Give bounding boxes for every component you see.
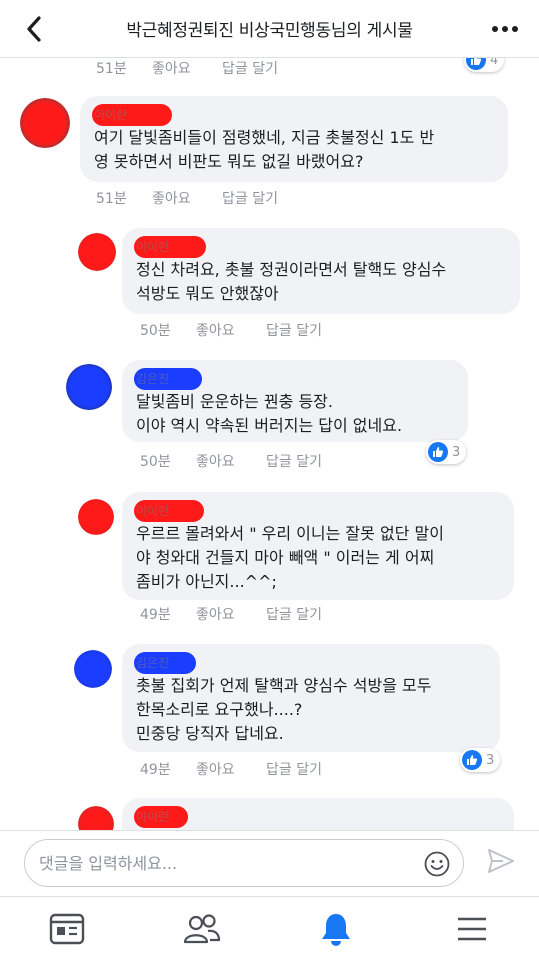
reply-link[interactable]: 답글 달기 — [222, 58, 312, 78]
reply-link[interactable]: 답글 달기 — [266, 759, 356, 779]
commenter-name[interactable]: 이이란 — [134, 806, 500, 828]
friends-icon — [183, 914, 221, 944]
more-dot-icon — [492, 26, 498, 32]
like-link[interactable]: 좋아요 — [196, 759, 266, 779]
nav-friends[interactable] — [182, 911, 222, 947]
reaction-badge[interactable]: 3 — [426, 440, 467, 464]
reaction-badge[interactable]: 3 — [460, 748, 501, 772]
commenter-name[interactable]: 이이란 — [134, 236, 506, 258]
thumbs-up-icon — [466, 58, 486, 70]
comment-time: 49분 — [140, 607, 171, 623]
comment-input[interactable] — [39, 850, 419, 876]
more-dot-icon — [502, 26, 508, 32]
menu-icon — [458, 917, 486, 941]
comment-actions: 50분 좋아요 답글 달기 — [140, 320, 356, 340]
avatar[interactable] — [78, 499, 114, 535]
thumbs-up-icon — [462, 750, 482, 770]
comment-bubble: 이이란 — [122, 798, 514, 830]
reaction-badge[interactable]: 4 — [464, 58, 505, 72]
like-link[interactable]: 좋아요 — [152, 188, 222, 208]
comment-bubble: 김은진 달빛좀비 운운하는 꿘충 등장. 이야 역시 약속된 버러지는 답이 없… — [122, 360, 468, 442]
comment-time: 49분 — [140, 762, 171, 778]
avatar[interactable] — [20, 98, 70, 148]
avatar[interactable] — [66, 364, 112, 410]
comment-time: 50분 — [140, 454, 171, 470]
commenter-name[interactable]: 김은진 — [134, 368, 454, 390]
comment-time: 50분 — [140, 323, 171, 339]
like-link[interactable]: 좋아요 — [196, 451, 266, 471]
comment-actions: 50분 좋아요 답글 달기 — [140, 451, 356, 471]
comment-text: 우르르 몰려와서 " 우리 이니는 잘못 없단 말이 야 청와대 건들지 마아 … — [136, 524, 444, 591]
comment-text: 촛불 집회가 언제 탈핵과 양심수 석방을 모두 한목소리로 요구했나....?… — [136, 676, 432, 743]
comment-actions: 49분 좋아요 답글 달기 — [140, 759, 356, 779]
avatar[interactable] — [74, 650, 112, 688]
more-dot-icon — [512, 26, 518, 32]
bottom-nav — [0, 896, 539, 960]
page-title: 박근혜정권퇴진 비상국민행동님의 게시물 — [126, 21, 413, 41]
comment-actions: 51분 좋아요 답글 달기 — [96, 58, 312, 78]
back-button[interactable] — [14, 10, 54, 48]
thumbs-up-icon — [428, 442, 448, 462]
comment-bubble: 이이란 정신 차려요, 촛불 정권이라면서 탈핵도 양심수 석방도 뭐도 안했잖… — [122, 228, 520, 314]
reaction-count: 3 — [452, 444, 461, 460]
feed-icon — [49, 913, 85, 945]
comment-bubble: 이이란 우르르 몰려와서 " 우리 이니는 잘못 없단 말이 야 청와대 건들지… — [122, 492, 514, 600]
comment-actions: 51분 좋아요 답글 달기 — [96, 188, 312, 208]
comment-input-box[interactable] — [24, 839, 464, 887]
nav-feed[interactable] — [47, 911, 87, 947]
reply-link[interactable]: 답글 달기 — [222, 188, 312, 208]
comment-time: 51분 — [96, 61, 127, 77]
avatar[interactable] — [78, 233, 116, 271]
reply-link[interactable]: 답글 달기 — [266, 604, 356, 624]
reaction-count: 3 — [486, 752, 495, 768]
comment-text: 달빛좀비 운운하는 꿘충 등장. 이야 역시 약속된 버러지는 답이 없네요. — [136, 392, 403, 435]
reaction-count: 4 — [490, 58, 499, 68]
more-options-button[interactable] — [485, 14, 525, 44]
reply-link[interactable]: 답글 달기 — [266, 451, 356, 471]
reply-link[interactable]: 답글 달기 — [266, 320, 356, 340]
top-bar: 박근혜정권퇴진 비상국민행동님의 게시물 — [0, 0, 539, 58]
emoji-icon[interactable] — [423, 850, 451, 878]
chevron-left-icon — [27, 16, 41, 42]
commenter-name[interactable]: 이이란 — [134, 500, 500, 522]
notifications-icon — [322, 914, 350, 946]
comment-feed[interactable]: 51분 좋아요 답글 달기 4 이이란 여기 달빛좀비들이 점령했네, 지금 촛… — [0, 58, 539, 830]
comment-time: 51분 — [96, 191, 127, 207]
like-link[interactable]: 좋아요 — [196, 604, 266, 624]
comment-actions: 49분 좋아요 답글 달기 — [140, 604, 356, 624]
comment-composer — [0, 830, 539, 896]
commenter-name[interactable]: 이이란 — [92, 104, 494, 126]
like-link[interactable]: 좋아요 — [196, 320, 266, 340]
avatar[interactable] — [78, 806, 114, 830]
like-link[interactable]: 좋아요 — [152, 58, 222, 78]
nav-menu[interactable] — [452, 911, 492, 947]
comment-bubble: 이이란 여기 달빛좀비들이 점령했네, 지금 촛불정신 1도 반 영 못하면서 … — [80, 96, 508, 182]
comment-text: 정신 차려요, 촛불 정권이라면서 탈핵도 양심수 석방도 뭐도 안했잖아 — [136, 260, 447, 303]
comment-text: 여기 달빛좀비들이 점령했네, 지금 촛불정신 1도 반 영 못하면서 비판도 … — [94, 128, 435, 171]
send-icon[interactable] — [485, 845, 517, 877]
comment-bubble: 김은진 촛불 집회가 언제 탈핵과 양심수 석방을 모두 한목소리로 요구했나.… — [122, 644, 500, 752]
nav-notifications[interactable] — [316, 911, 356, 947]
commenter-name[interactable]: 김은진 — [134, 652, 486, 674]
